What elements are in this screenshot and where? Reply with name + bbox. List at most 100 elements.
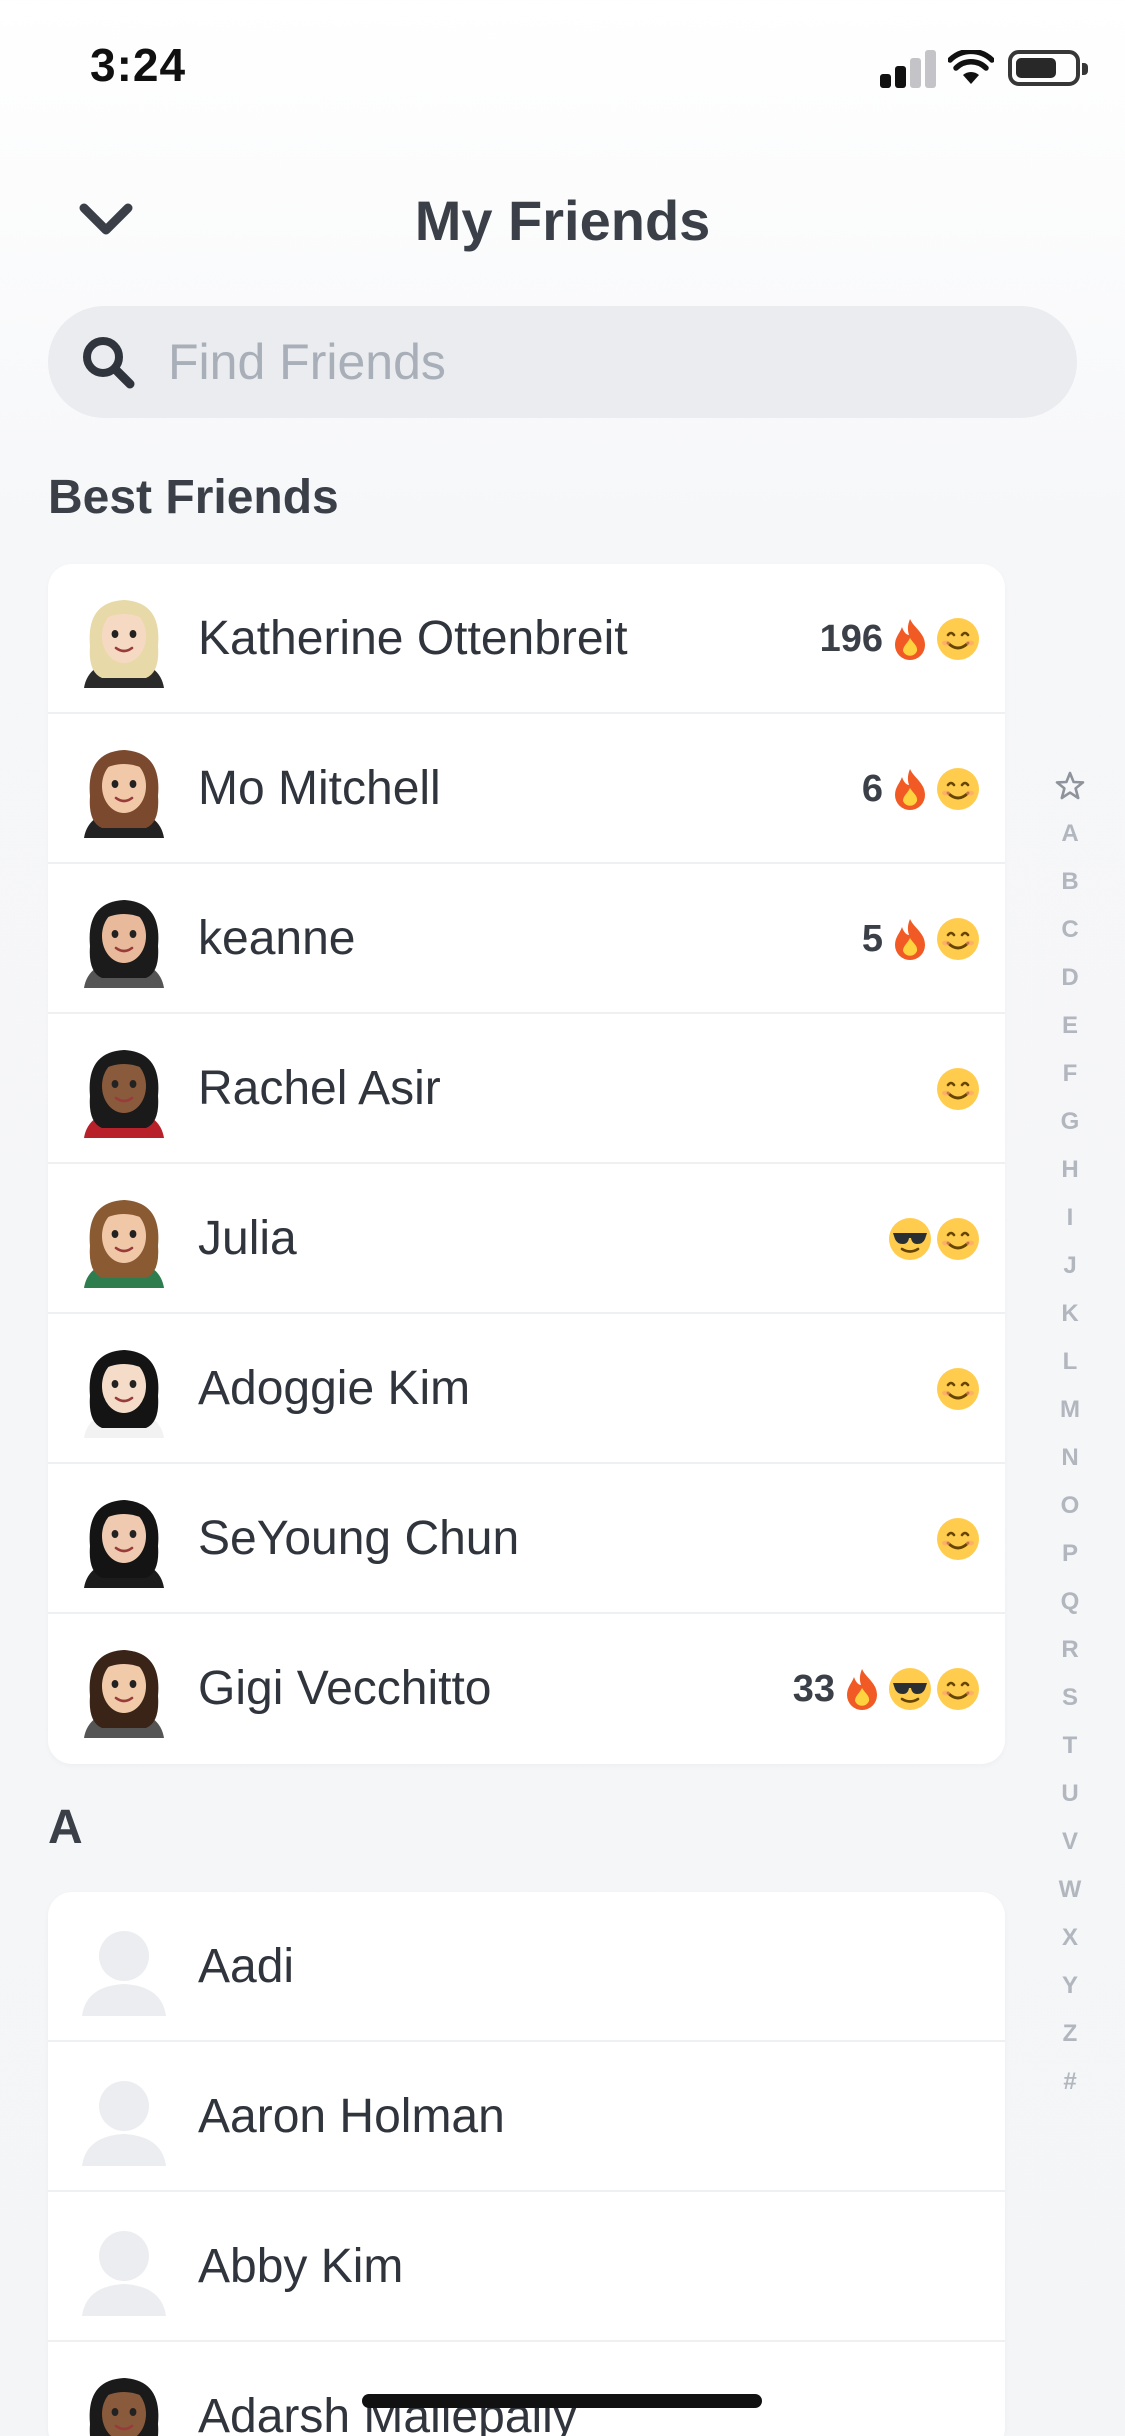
bitmoji-avatar[interactable] (74, 1038, 174, 1140)
status-bar: 3:24 (0, 0, 1125, 132)
streak-count: 33 (792, 1667, 835, 1710)
index-letter-x[interactable]: X (1050, 1914, 1090, 1962)
index-letter-y[interactable]: Y (1050, 1962, 1090, 2010)
index-letter-g[interactable]: G (1050, 1098, 1090, 1146)
friend-name: Adoggie Kim (198, 1362, 471, 1415)
friend-row-keanne[interactable]: keanne 5 (48, 864, 1005, 1014)
smile-emoji-icon (937, 1068, 979, 1110)
friend-badges (935, 1014, 981, 1164)
status-time: 3:24 (90, 39, 187, 91)
avatar-placeholder-icon[interactable] (74, 2216, 174, 2318)
bitmoji-avatar[interactable] (74, 1488, 174, 1590)
best-friends-list: Katherine Ottenbreit 196 Mo Mitchell 6 keann… (48, 564, 1005, 1764)
friend-name: Aadi (198, 1940, 295, 1993)
index-letter-w[interactable]: W (1050, 1866, 1090, 1914)
search-icon (83, 337, 135, 389)
index-letter-p[interactable]: P (1050, 1530, 1090, 1578)
battery-icon (1008, 50, 1088, 86)
friend-row-mo-mitchell[interactable]: Mo Mitchell 6 (48, 714, 1005, 864)
friend-row-seyoung-chun[interactable]: SeYoung Chun (48, 1464, 1005, 1614)
search-input[interactable] (168, 306, 1028, 418)
index-letter-a[interactable]: A (1050, 810, 1090, 858)
index-letter-i[interactable]: I (1050, 1194, 1090, 1242)
index-letter-d[interactable]: D (1050, 954, 1090, 1002)
index-letter-c[interactable]: C (1050, 906, 1090, 954)
index-letter-n[interactable]: N (1050, 1434, 1090, 1482)
friend-row-abby-kim[interactable]: Abby Kim (48, 2192, 1005, 2342)
home-indicator (362, 2394, 762, 2408)
star-icon[interactable] (1050, 762, 1090, 810)
index-letter-v[interactable]: V (1050, 1818, 1090, 1866)
section-title-a: A (48, 1801, 83, 1854)
index-letter-q[interactable]: Q (1050, 1578, 1090, 1626)
friend-row-aadi[interactable]: Aadi (48, 1892, 1005, 2042)
friend-badges: 196 (820, 564, 981, 714)
streak-count: 6 (861, 767, 883, 810)
index-letter-hash[interactable]: # (1050, 2058, 1090, 2106)
friend-badges (935, 1464, 981, 1614)
friend-badges (935, 1314, 981, 1464)
index-letter-b[interactable]: B (1050, 858, 1090, 906)
alphabet-index[interactable]: A B C D E F G H I J K L M N O P Q R S T U V W X Y Z # (1050, 762, 1090, 2106)
friend-badges: 33 (793, 1614, 981, 1764)
friend-name: Katherine Ottenbreit (198, 612, 628, 665)
streak-count: 5 (861, 917, 883, 960)
sunglasses-emoji-icon (889, 1668, 931, 1710)
fire-icon (895, 769, 925, 810)
index-letter-j[interactable]: J (1050, 1242, 1090, 1290)
bitmoji-avatar[interactable] (74, 1638, 174, 1740)
bitmoji-avatar[interactable] (74, 2366, 174, 2436)
index-letter-o[interactable]: O (1050, 1482, 1090, 1530)
friends-list-a: Aadi Aaron Holman Abby Kim Adarsh Mallepall… (48, 1892, 1005, 2436)
bitmoji-avatar[interactable] (74, 738, 174, 840)
friend-name: Adarsh Mallepally (198, 2390, 577, 2436)
index-letter-r[interactable]: R (1050, 1626, 1090, 1674)
index-letter-s[interactable]: S (1050, 1674, 1090, 1722)
index-letter-e[interactable]: E (1050, 1002, 1090, 1050)
friend-row-adarsh-mallepally[interactable]: Adarsh Mallepally (48, 2342, 1005, 2436)
smile-emoji-icon (937, 918, 979, 960)
index-letter-f[interactable]: F (1050, 1050, 1090, 1098)
friend-name: keanne (198, 912, 356, 965)
smile-emoji-icon (937, 1368, 979, 1410)
bitmoji-avatar[interactable] (74, 1338, 174, 1440)
streak-count: 196 (819, 617, 883, 660)
friend-row-katherine-ottenbreit[interactable]: Katherine Ottenbreit 196 (48, 564, 1005, 714)
wifi-icon (948, 50, 994, 84)
friend-row-adoggie-kim[interactable]: Adoggie Kim (48, 1314, 1005, 1464)
index-letter-l[interactable]: L (1050, 1338, 1090, 1386)
index-letter-z[interactable]: Z (1050, 2010, 1090, 2058)
fire-icon (895, 619, 925, 660)
header: My Friends (0, 170, 1125, 270)
friend-row-rachel-asir[interactable]: Rachel Asir (48, 1014, 1005, 1164)
smile-emoji-icon (937, 768, 979, 810)
avatar-placeholder-icon[interactable] (74, 1916, 174, 2018)
friend-row-julia[interactable]: Julia (48, 1164, 1005, 1314)
index-letter-u[interactable]: U (1050, 1770, 1090, 1818)
bitmoji-avatar[interactable] (74, 888, 174, 990)
smile-emoji-icon (937, 1668, 979, 1710)
index-letter-m[interactable]: M (1050, 1386, 1090, 1434)
sunglasses-emoji-icon (889, 1218, 931, 1260)
friend-badges: 6 (862, 714, 981, 864)
signal-icon (880, 50, 936, 88)
index-letter-k[interactable]: K (1050, 1290, 1090, 1338)
bitmoji-avatar[interactable] (74, 1188, 174, 1290)
avatar-placeholder-icon[interactable] (74, 2066, 174, 2168)
friend-row-gigi-vecchitto[interactable]: Gigi Vecchitto 33 (48, 1614, 1005, 1764)
search-bar[interactable] (48, 306, 1077, 418)
friend-name: Gigi Vecchitto (198, 1662, 492, 1715)
bitmoji-avatar[interactable] (74, 588, 174, 690)
index-letter-h[interactable]: H (1050, 1146, 1090, 1194)
friend-name: Aaron Holman (198, 2090, 505, 2143)
section-title-best-friends: Best Friends (48, 471, 339, 524)
fire-icon (847, 1669, 877, 1710)
index-letter-t[interactable]: T (1050, 1722, 1090, 1770)
smile-emoji-icon (937, 618, 979, 660)
friend-row-aaron-holman[interactable]: Aaron Holman (48, 2042, 1005, 2192)
smile-emoji-icon (937, 1218, 979, 1260)
friend-badges (887, 1164, 981, 1314)
fire-icon (895, 919, 925, 960)
smile-emoji-icon (937, 1518, 979, 1560)
friend-name: Julia (198, 1212, 297, 1265)
